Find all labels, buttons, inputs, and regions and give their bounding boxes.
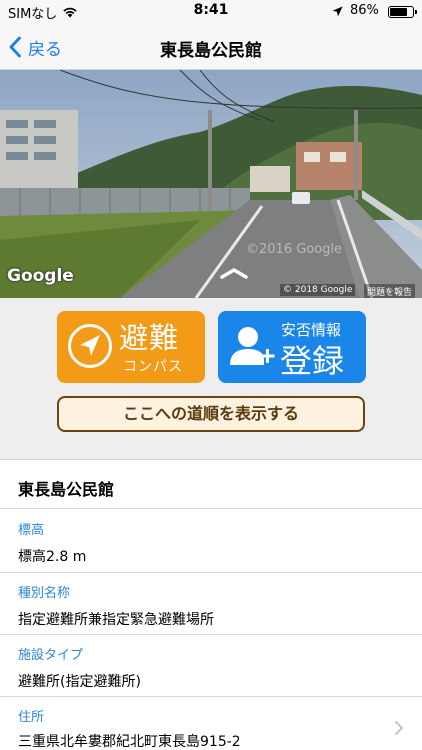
facility-type-label: 施設タイプ	[18, 648, 84, 663]
facility-type-value: 避難所(指定避難所)	[18, 674, 141, 690]
battery-icon	[388, 6, 417, 18]
google-logo: Google	[7, 266, 74, 286]
divider	[0, 572, 422, 573]
add-person-icon	[230, 327, 275, 365]
elevation-value: 標高2.8 m	[18, 549, 87, 565]
safety-info-register-button[interactable]: 安否情報 登録	[218, 311, 366, 383]
compass-arrow-icon	[68, 324, 112, 368]
status-bar: SIMなし 8:41 86%	[0, 0, 422, 24]
compass-subtitle: コンパス	[123, 359, 183, 375]
divider	[0, 634, 422, 635]
imagery-watermark: ©2016 Google	[246, 242, 343, 257]
report-problem-link[interactable]: 問題を報告	[364, 284, 416, 298]
compass-title: 避難	[119, 321, 180, 355]
street-view-nav-arrow-icon[interactable]	[220, 267, 248, 279]
chevron-right-icon[interactable]	[394, 720, 404, 736]
battery-fill	[390, 8, 408, 16]
location-arrow-icon	[332, 6, 343, 17]
facility-details: 東長島公民館 標高 標高2.8 m 種別名称 指定避難所兼指定緊急避難場所 施設…	[0, 461, 422, 750]
type-name-label: 種別名称	[18, 586, 71, 601]
action-area: 避難 コンパス 安否情報 登録 ここへの道順を表示する	[0, 298, 422, 460]
divider	[0, 696, 422, 697]
street-view-panorama[interactable]: ©2016 Google Google © 2018 Google 問題を報告	[0, 70, 422, 298]
register-title: 登録	[280, 342, 345, 380]
imagery-copyright: © 2018 Google	[280, 284, 356, 296]
street-view-image	[0, 70, 422, 298]
navigation-bar: 戻る 東長島公民館	[0, 24, 422, 70]
page-title: 東長島公民館	[160, 41, 262, 61]
battery-percent: 86%	[350, 3, 379, 18]
address-label: 住所	[18, 710, 45, 725]
address-value[interactable]: 三重県北牟婁郡紀北町東長島915-2	[18, 731, 241, 750]
show-route-button[interactable]: ここへの道順を表示する	[57, 396, 365, 432]
elevation-label: 標高	[18, 523, 45, 538]
facility-name: 東長島公民館	[18, 480, 115, 499]
evacuation-compass-button[interactable]: 避難 コンパス	[57, 311, 205, 383]
type-name-value: 指定避難所兼指定緊急避難場所	[18, 612, 214, 628]
divider	[0, 508, 422, 509]
